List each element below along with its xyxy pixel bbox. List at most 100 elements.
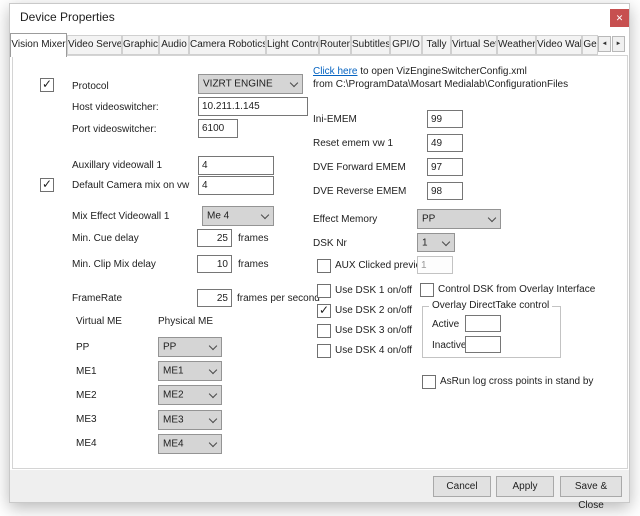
- framerate-input[interactable]: [197, 289, 232, 307]
- aux-clicked-preview-checkbox[interactable]: [317, 259, 331, 273]
- min-clip-mix-delay-input[interactable]: [197, 255, 232, 273]
- auxillary-videowall-input[interactable]: [198, 156, 274, 175]
- use-dsk4-label: Use DSK 4 on/off: [335, 345, 412, 356]
- virtual-me-header: Virtual ME: [76, 316, 122, 327]
- host-videoswitcher-label: Host videoswitcher:: [72, 102, 159, 113]
- close-button[interactable]: ✕: [610, 9, 629, 27]
- protocol-enabled-checkbox[interactable]: [40, 78, 54, 92]
- dsk-nr-label: DSK Nr: [313, 238, 347, 249]
- ini-emem-input[interactable]: [427, 110, 463, 128]
- virtual-me-pp-label: PP: [76, 342, 89, 353]
- min-cue-delay-input[interactable]: [197, 229, 232, 247]
- dve-forward-emem-input[interactable]: [427, 158, 463, 176]
- chevron-down-icon: [209, 415, 217, 423]
- mix-effect-selected-value: Me 4: [207, 211, 229, 222]
- active-input[interactable]: [465, 315, 501, 332]
- tab-tally[interactable]: Tally: [422, 35, 451, 55]
- use-dsk2-label: Use DSK 2 on/off: [335, 305, 412, 316]
- physical-me-header: Physical ME: [158, 316, 213, 327]
- min-clip-mix-delay-label: Min. Clip Mix delay: [72, 259, 156, 270]
- framerate-label: FrameRate: [72, 293, 122, 304]
- virtual-me2-label: ME2: [76, 390, 97, 401]
- tab-light-control[interactable]: Light Control: [266, 35, 319, 55]
- chevron-down-icon: [209, 342, 217, 350]
- chevron-down-icon: [488, 214, 496, 222]
- tab-general-truncated[interactable]: Ge: [582, 35, 598, 55]
- config-link-after: to open VizEngineSwitcherConfig.xml: [357, 66, 526, 77]
- effect-memory-label: Effect Memory: [313, 214, 377, 225]
- inactive-input[interactable]: [465, 336, 501, 353]
- tab-subtitles[interactable]: Subtitles: [351, 35, 390, 55]
- tab-gpio[interactable]: GPI/O: [390, 35, 422, 55]
- physical-me2-value: ME2: [163, 390, 184, 401]
- physical-me3-value: ME3: [163, 415, 184, 426]
- control-dsk-checkbox[interactable]: [420, 283, 434, 297]
- reset-emem-input[interactable]: [427, 134, 463, 152]
- chevron-down-icon: [442, 238, 450, 246]
- framerate-unit: frames per second: [237, 293, 320, 304]
- config-link[interactable]: Click here: [313, 66, 357, 77]
- tab-virtual-set[interactable]: Virtual Set: [451, 35, 497, 55]
- default-camera-mix-checkbox[interactable]: [40, 178, 54, 192]
- use-dsk3-checkbox[interactable]: [317, 324, 331, 338]
- use-dsk3-label: Use DSK 3 on/off: [335, 325, 412, 336]
- port-videoswitcher-input[interactable]: [198, 119, 238, 138]
- tab-weather[interactable]: Weather: [497, 35, 536, 55]
- overlay-directtake-group-title: Overlay DirectTake control: [429, 300, 552, 311]
- physical-me3-select[interactable]: ME3: [158, 410, 222, 430]
- config-link-line2: from C:\ProgramData\Mosart Medialab\Conf…: [313, 79, 568, 90]
- use-dsk4-checkbox[interactable]: [317, 344, 331, 358]
- min-clip-mix-delay-unit: frames: [238, 259, 269, 270]
- tab-router[interactable]: Router: [319, 35, 351, 55]
- tab-audio[interactable]: Audio: [159, 35, 189, 55]
- arrow-left-icon: ◄: [602, 41, 608, 47]
- physical-me1-select[interactable]: ME1: [158, 361, 222, 381]
- use-dsk2-checkbox[interactable]: [317, 304, 331, 318]
- ini-emem-label: Ini-EMEM: [313, 114, 357, 125]
- physical-me-pp-select[interactable]: PP: [158, 337, 222, 357]
- aux-clicked-preview-label: AUX Clicked preview: [335, 260, 428, 271]
- tab-scroll-left-button[interactable]: ◄: [598, 36, 611, 52]
- active-label: Active: [432, 319, 459, 330]
- default-camera-mix-input[interactable]: [198, 176, 274, 195]
- effect-memory-select[interactable]: PP: [417, 209, 501, 229]
- close-icon: ✕: [616, 13, 624, 23]
- physical-me1-value: ME1: [163, 366, 184, 377]
- dsk-nr-value: 1: [422, 237, 428, 248]
- mix-effect-videowall-select[interactable]: Me 4: [202, 206, 274, 226]
- host-videoswitcher-input[interactable]: [198, 97, 308, 116]
- tab-vision-mixer[interactable]: Vision Mixer: [10, 33, 67, 57]
- asrun-log-checkbox[interactable]: [422, 375, 436, 389]
- aux-clicked-preview-input: [417, 256, 453, 274]
- dsk-nr-select[interactable]: 1: [417, 233, 455, 252]
- physical-me4-value: ME4: [163, 439, 184, 450]
- physical-me4-select[interactable]: ME4: [158, 434, 222, 454]
- chevron-down-icon: [209, 390, 217, 398]
- window-title: Device Properties: [20, 10, 115, 24]
- virtual-me4-label: ME4: [76, 438, 97, 449]
- save-close-button[interactable]: Save & Close: [560, 476, 622, 497]
- physical-me2-select[interactable]: ME2: [158, 385, 222, 405]
- tab-video-wall[interactable]: Video Wall: [536, 35, 582, 55]
- apply-button[interactable]: Apply: [496, 476, 554, 497]
- protocol-select[interactable]: VIZRT ENGINE: [198, 74, 303, 94]
- tab-graphics[interactable]: Graphics: [122, 35, 159, 55]
- dve-reverse-emem-input[interactable]: [427, 182, 463, 200]
- chevron-down-icon: [290, 79, 298, 87]
- dve-reverse-emem-label: DVE Reverse EMEM: [313, 186, 406, 197]
- asrun-log-label: AsRun log cross points in stand by: [440, 376, 593, 387]
- use-dsk1-checkbox[interactable]: [317, 284, 331, 298]
- cancel-button[interactable]: Cancel: [433, 476, 491, 497]
- tab-scroll-right-button[interactable]: ►: [612, 36, 625, 52]
- chevron-down-icon: [209, 439, 217, 447]
- tab-camera-robotics[interactable]: Camera Robotics: [189, 35, 266, 55]
- virtual-me3-label: ME3: [76, 414, 97, 425]
- tab-video-servers[interactable]: Video Servers: [67, 35, 122, 55]
- control-dsk-label: Control DSK from Overlay Interface: [438, 284, 595, 295]
- protocol-selected-value: VIZRT ENGINE: [203, 79, 273, 90]
- screen: Device Properties ✕ Vision Mixer Video S…: [0, 0, 640, 516]
- virtual-me1-label: ME1: [76, 366, 97, 377]
- chevron-down-icon: [209, 366, 217, 374]
- mix-effect-videowall-label: Mix Effect Videowall 1: [72, 211, 169, 222]
- effect-memory-value: PP: [422, 214, 435, 225]
